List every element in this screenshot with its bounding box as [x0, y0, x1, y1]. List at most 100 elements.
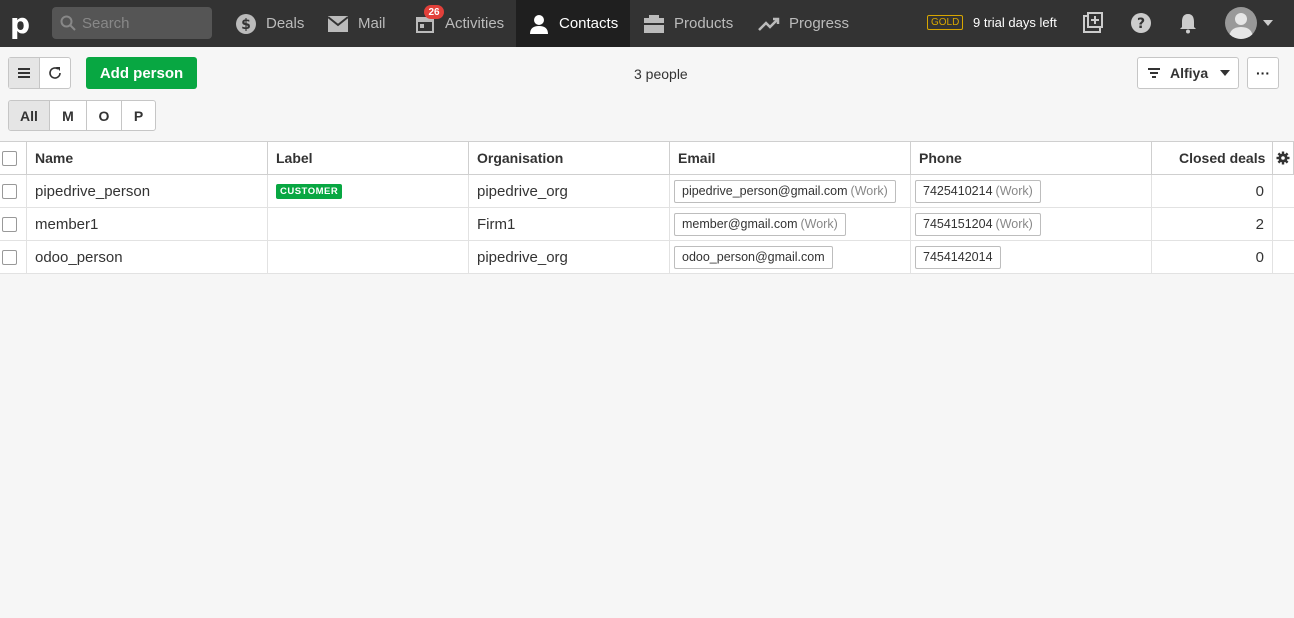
column-settings-button[interactable]: [1273, 142, 1294, 174]
organisation-name[interactable]: Firm1: [469, 208, 670, 240]
email-type: (Work): [800, 217, 838, 231]
nav-deals-label: Deals: [266, 15, 305, 32]
table-row[interactable]: pipedrive_person CUSTOMER pipedrive_org …: [0, 175, 1294, 208]
box-icon: [643, 13, 665, 35]
email-address: member@gmail.com: [682, 217, 798, 231]
column-header-organisation[interactable]: Organisation: [469, 142, 670, 174]
account-dropdown-icon[interactable]: [1259, 11, 1277, 35]
filter-dropdown[interactable]: Alfiya: [1137, 57, 1239, 89]
more-options-button[interactable]: ···: [1247, 57, 1279, 89]
nav-deals[interactable]: $ Deals: [224, 0, 314, 47]
letter-filter-m[interactable]: M: [50, 101, 87, 130]
filter-label: Alfiya: [1170, 65, 1209, 81]
more-options-label: ···: [1256, 65, 1270, 81]
row-checkbox-cell: [0, 208, 27, 240]
phone-chip[interactable]: 7425410214 (Work): [915, 179, 1041, 203]
email-chip[interactable]: odoo_person@gmail.com: [674, 245, 833, 269]
nav-progress[interactable]: Progress: [746, 0, 866, 47]
organisation-name[interactable]: pipedrive_org: [469, 241, 670, 273]
column-header-email[interactable]: Email: [670, 142, 911, 174]
notifications-bell-icon[interactable]: [1176, 11, 1200, 35]
label-cell[interactable]: [268, 241, 469, 273]
activities-count-badge: 26: [424, 5, 444, 19]
svg-text:?: ?: [1137, 16, 1145, 32]
person-name[interactable]: pipedrive_person: [27, 175, 268, 207]
person-icon: [528, 13, 550, 35]
user-avatar[interactable]: [1225, 7, 1257, 39]
table-row[interactable]: member1 Firm1 member@gmail.com (Work) 745…: [0, 208, 1294, 241]
phone-cell: 7425410214 (Work): [911, 175, 1152, 207]
pipedrive-logo[interactable]: p: [0, 0, 40, 47]
letter-filter-o[interactable]: O: [87, 101, 122, 130]
list-icon: [17, 68, 30, 78]
quick-add-icon[interactable]: [1081, 11, 1105, 35]
phone-number: 7425410214: [923, 184, 993, 198]
closed-deals-count: 0: [1152, 175, 1273, 207]
email-type: (Work): [850, 184, 888, 198]
chevron-down-icon: [1220, 70, 1231, 76]
phone-number: 7454142014: [923, 250, 993, 264]
list-view-button[interactable]: [9, 58, 40, 88]
phone-chip[interactable]: 7454142014: [915, 245, 1001, 269]
nav-products[interactable]: Products: [632, 0, 744, 47]
search-box[interactable]: [52, 7, 212, 39]
letter-filter-all[interactable]: All: [9, 101, 50, 130]
phone-cell: 7454151204 (Work): [911, 208, 1152, 240]
email-cell: member@gmail.com (Work): [670, 208, 911, 240]
label-tag: CUSTOMER: [276, 183, 343, 199]
phone-type: (Work): [995, 184, 1033, 198]
search-icon: [60, 15, 76, 31]
phone-cell: 7454142014: [911, 241, 1152, 273]
email-chip[interactable]: pipedrive_person@gmail.com (Work): [674, 179, 896, 203]
top-nav: p $ Deals Mail Activities Contacts Produ…: [0, 0, 1294, 47]
row-checkbox-cell: [0, 241, 27, 273]
letter-filter-p[interactable]: P: [122, 101, 155, 130]
nav-activities-label: Activities: [445, 15, 505, 32]
row-checkbox-cell: [0, 175, 27, 207]
email-cell: pipedrive_person@gmail.com (Work): [670, 175, 911, 207]
help-icon[interactable]: ?: [1129, 11, 1153, 35]
phone-chip[interactable]: 7454151204 (Work): [915, 212, 1041, 236]
add-person-button[interactable]: Add person: [86, 57, 197, 89]
mail-icon: [327, 13, 349, 35]
dollar-icon: $: [235, 13, 257, 35]
row-checkbox[interactable]: [2, 183, 17, 199]
nav-products-label: Products: [674, 15, 734, 32]
select-all-checkbox[interactable]: [2, 150, 17, 166]
row-checkbox[interactable]: [2, 216, 17, 232]
column-header-closed-deals[interactable]: Closed deals: [1152, 142, 1273, 174]
row-end-cell: [1273, 208, 1294, 240]
email-address: pipedrive_person@gmail.com: [682, 184, 848, 198]
person-name[interactable]: odoo_person: [27, 241, 268, 273]
logo-text: p: [9, 7, 31, 40]
gear-icon: [1276, 151, 1290, 165]
people-count: 3 people: [634, 66, 688, 82]
search-input[interactable]: [82, 14, 202, 32]
table-row[interactable]: odoo_person pipedrive_org odoo_person@gm…: [0, 241, 1294, 274]
row-end-cell: [1273, 175, 1294, 207]
view-toggle: [8, 57, 71, 89]
nav-contacts[interactable]: Contacts: [516, 0, 630, 47]
column-header-name[interactable]: Name: [27, 142, 268, 174]
label-cell[interactable]: [268, 208, 469, 240]
svg-text:$: $: [241, 17, 251, 33]
organisation-name[interactable]: pipedrive_org: [469, 175, 670, 207]
filter-icon: [1148, 68, 1160, 78]
row-checkbox[interactable]: [2, 249, 17, 265]
refresh-button[interactable]: [40, 58, 70, 88]
person-name[interactable]: member1: [27, 208, 268, 240]
nav-activities[interactable]: Activities: [404, 0, 516, 47]
nav-mail[interactable]: Mail: [316, 0, 406, 47]
refresh-icon: [48, 67, 61, 79]
closed-deals-count: 0: [1152, 241, 1273, 273]
trial-days-text[interactable]: 9 trial days left: [973, 15, 1057, 30]
phone-number: 7454151204: [923, 217, 993, 231]
nav-contacts-label: Contacts: [559, 15, 619, 32]
email-chip[interactable]: member@gmail.com (Work): [674, 212, 846, 236]
header-checkbox-cell: [0, 142, 27, 174]
column-header-label[interactable]: Label: [268, 142, 469, 174]
trend-icon: [758, 13, 780, 35]
column-header-phone[interactable]: Phone: [911, 142, 1152, 174]
table-header-row: Name Label Organisation Email Phone Clos…: [0, 142, 1294, 175]
alphabet-filter: All M O P: [8, 100, 156, 131]
